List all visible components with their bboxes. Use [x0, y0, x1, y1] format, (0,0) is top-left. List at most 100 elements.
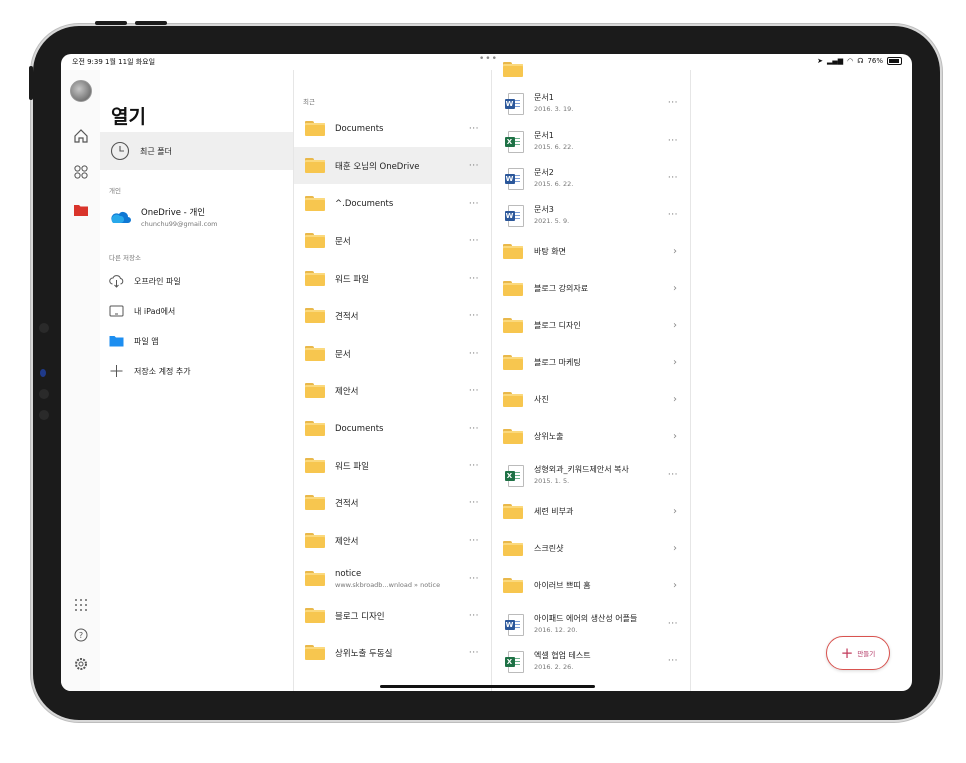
- chevron-right-icon: ›: [673, 246, 677, 257]
- personal-section-label: 개인: [109, 187, 121, 195]
- folder-row[interactable]: ^.Documents ···: [294, 185, 491, 222]
- screen: 오전 9:39 1월 11일 화요일 ••• ➤ ▂▄▆ ◠ ☊ 76% ? 열…: [61, 54, 912, 691]
- signal-icon: ▂▄▆: [826, 57, 844, 65]
- help-button[interactable]: ?: [70, 624, 92, 646]
- item-name: 블로그 강의자료: [534, 284, 589, 293]
- folder-name: 블로그 디자인: [335, 611, 385, 622]
- file-row[interactable]: X 엑셀 협업 테스트 2016. 2. 26. ···: [492, 642, 690, 679]
- file-row[interactable]: W 문서3 2021. 5. 9. ···: [492, 196, 690, 233]
- more-options-icon[interactable]: ···: [668, 470, 678, 480]
- more-options-icon[interactable]: ···: [469, 574, 479, 584]
- more-options-icon[interactable]: ···: [469, 236, 479, 246]
- folder-row[interactable]: 블로그 마케팅 ›: [492, 344, 690, 381]
- folder-icon: [503, 281, 523, 296]
- folder-row[interactable]: 워드 파일 ···: [294, 260, 491, 297]
- folder-row[interactable]: 바탕 화면 ›: [492, 233, 690, 270]
- more-options-icon[interactable]: ···: [469, 386, 479, 396]
- folder-row[interactable]: 상위노출 ›: [492, 418, 690, 455]
- folder-row[interactable]: 상위노출 두동실 ···: [294, 634, 491, 671]
- folder-row[interactable]: 스크린샷 ›: [492, 530, 690, 567]
- item-name: 블로그 디자인: [534, 321, 581, 330]
- folder-row[interactable]: 세련 비부과 ›: [492, 493, 690, 530]
- file-row[interactable]: W 아이패드 에어의 생산성 어플들 2016. 12. 20. ···: [492, 605, 690, 642]
- more-options-icon[interactable]: ···: [469, 311, 479, 321]
- more-options-icon[interactable]: ···: [469, 161, 479, 171]
- folder-row[interactable]: Documents ···: [294, 410, 491, 447]
- add-storage-row[interactable]: 저장소 계정 추가: [109, 363, 191, 379]
- file-row[interactable]: W 문서2 2015. 6. 22. ···: [492, 159, 690, 196]
- onedrive-account-row[interactable]: OneDrive - 개인 chunchu99@gmail.com: [109, 206, 218, 228]
- more-options-icon[interactable]: ···: [469, 498, 479, 508]
- folder-row[interactable]: 블로그 강의자료 ›: [492, 270, 690, 307]
- more-options-icon[interactable]: ···: [469, 424, 479, 434]
- more-options-icon[interactable]: ···: [469, 199, 479, 209]
- recent-heading: 최근: [303, 98, 315, 106]
- folder-row[interactable]: 아이러브 쁘띠 홈 ›: [492, 567, 690, 604]
- folder-icon: [305, 308, 325, 323]
- file-row[interactable]: X 성형외과_키워드제안서 복사 2015. 1. 5. ···: [492, 456, 690, 493]
- more-options-icon[interactable]: ···: [469, 124, 479, 134]
- folder-row[interactable]: Documents ···: [294, 110, 491, 147]
- more-options-icon[interactable]: ···: [469, 536, 479, 546]
- chevron-right-icon: ›: [673, 357, 677, 368]
- more-options-icon[interactable]: ···: [668, 619, 678, 629]
- onedrive-name: OneDrive - 개인: [141, 208, 206, 218]
- folder-row[interactable]: 문서 ···: [294, 335, 491, 372]
- more-options-icon[interactable]: ···: [668, 136, 678, 146]
- more-options-icon[interactable]: ···: [469, 274, 479, 284]
- more-options-icon[interactable]: ···: [668, 656, 678, 666]
- avatar: [70, 80, 92, 102]
- all-apps-button[interactable]: [70, 594, 92, 616]
- chevron-right-icon: ›: [673, 543, 677, 554]
- files-app-row[interactable]: 파일 앱: [109, 333, 159, 349]
- recent-folders-row[interactable]: 최근 폴더: [100, 132, 293, 170]
- more-options-icon[interactable]: ···: [668, 98, 678, 108]
- create-button[interactable]: + 만들기: [826, 636, 890, 670]
- folder-row[interactable]: 사진 ›: [492, 381, 690, 418]
- folder-name: 제안서: [335, 536, 359, 547]
- ipad-icon: [109, 305, 124, 317]
- folder-icon: [305, 158, 325, 173]
- folder-name: notice: [335, 568, 362, 579]
- more-options-icon[interactable]: ···: [469, 349, 479, 359]
- file-row[interactable]: W 문서1 2016. 3. 19. ···: [492, 84, 690, 121]
- word-file-icon: W: [504, 613, 524, 636]
- apps-button[interactable]: [70, 161, 92, 183]
- folder-row[interactable]: 견적서 ···: [294, 297, 491, 334]
- folder-row[interactable]: notice www.skbroadb...wnload » notice ···: [294, 560, 491, 597]
- page-title: 열기: [111, 106, 146, 128]
- home-button[interactable]: [70, 125, 92, 147]
- item-date: 2016. 12. 20.: [534, 626, 578, 634]
- folder-row[interactable]: 제안서 ···: [294, 522, 491, 559]
- other-storage-label: 다른 저장소: [109, 254, 141, 262]
- offline-files-row[interactable]: 오프라인 파일: [109, 273, 181, 289]
- folder-row[interactable]: 문서 ···: [294, 222, 491, 259]
- home-indicator[interactable]: [380, 685, 595, 688]
- more-options-icon[interactable]: ···: [469, 611, 479, 621]
- item-name: 엑셀 협업 테스트: [534, 651, 591, 660]
- multitasking-dots[interactable]: •••: [479, 54, 498, 64]
- open-button[interactable]: [70, 199, 92, 221]
- cloud-download-icon: [109, 275, 124, 288]
- account-button[interactable]: [70, 80, 92, 102]
- folder-row[interactable]: 블로그 디자인 ···: [294, 597, 491, 634]
- folder-name: 상위노출 두동실: [335, 648, 393, 659]
- folder-row[interactable]: 제안서 ···: [294, 372, 491, 409]
- folder-row[interactable]: 워드 파일 ···: [294, 447, 491, 484]
- folder-row[interactable]: 태훈 오님의 OneDrive ···: [294, 147, 491, 184]
- folder-row[interactable]: 블로그 디자인 ›: [492, 307, 690, 344]
- on-ipad-row[interactable]: 내 iPad에서: [109, 303, 175, 319]
- folder-row[interactable]: 견적서 ···: [294, 484, 491, 521]
- more-options-icon[interactable]: ···: [469, 461, 479, 471]
- more-options-icon[interactable]: ···: [668, 210, 678, 220]
- more-options-icon[interactable]: ···: [469, 648, 479, 658]
- excel-file-icon: X: [504, 130, 524, 153]
- settings-button[interactable]: [70, 653, 92, 675]
- chevron-right-icon: ›: [673, 283, 677, 294]
- more-options-icon[interactable]: ···: [668, 173, 678, 183]
- wifi-icon: ◠: [847, 57, 854, 65]
- onedrive-cloud-icon: [111, 212, 131, 223]
- folder-icon: [305, 421, 325, 436]
- file-row[interactable]: X 문서1 2015. 6. 22. ···: [492, 122, 690, 159]
- apps-icon: [74, 165, 88, 179]
